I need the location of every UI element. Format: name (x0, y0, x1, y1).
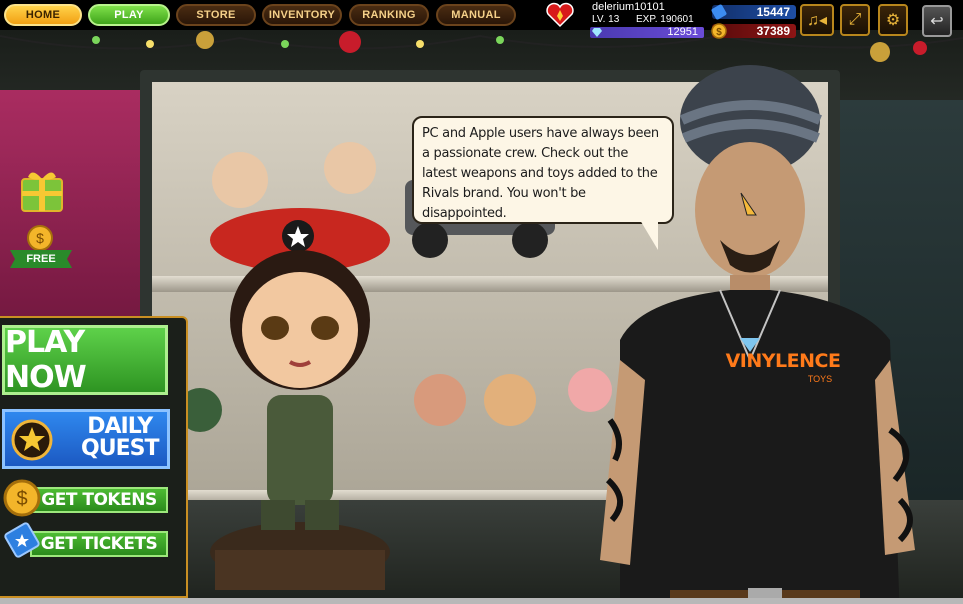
tab-ranking[interactable]: RANKING (349, 4, 429, 26)
daily-quest-line1: DAILY (87, 414, 153, 439)
ticket-icon (4, 522, 40, 558)
tokens-balance: $ 37389 (711, 23, 796, 39)
top-bar: HOME PLAY STORE INVENTORY RANKING MANUAL… (0, 0, 963, 39)
tab-store[interactable]: STORE (176, 4, 256, 26)
token-coin-icon: $ (711, 23, 727, 39)
fullscreen-button[interactable]: ⤢ (840, 4, 870, 36)
shirt-brand-logo: VINYLENCE (725, 350, 841, 372)
left-display-booth (0, 90, 150, 350)
tab-inventory[interactable]: INVENTORY (262, 4, 342, 26)
speech-bubble-tail (640, 220, 658, 250)
username: delerium10101 (592, 1, 665, 13)
daily-quest-line2: QUEST (81, 436, 159, 461)
tickets-value: 15447 (756, 5, 790, 19)
shirt-brand-subtitle: TOYS (807, 374, 833, 384)
daily-quest-label: DAILY QUEST (81, 414, 159, 461)
tickets-balance: 15447 (711, 4, 796, 20)
gem-icon (592, 28, 602, 37)
settings-button[interactable]: ⚙ (878, 4, 908, 36)
gift-box-icon[interactable] (18, 165, 66, 213)
gem-bar: 12951 (590, 26, 704, 38)
tab-home[interactable]: HOME (4, 4, 82, 26)
svg-text:$: $ (716, 27, 722, 38)
fullscreen-icon: ⤢ (848, 11, 862, 28)
get-tickets-button[interactable]: GET TICKETS (30, 531, 168, 557)
back-arrow-icon: ↩ (930, 13, 944, 30)
music-sound-button[interactable]: ♫◂ (800, 4, 834, 36)
free-coin-icon: $ (27, 225, 53, 251)
free-tokens-button[interactable]: FREE (10, 250, 72, 268)
tab-play[interactable]: PLAY (88, 4, 170, 26)
heart-rank-icon (546, 2, 574, 28)
daily-quest-star-icon (11, 419, 53, 461)
music-sound-icon: ♫◂ (806, 12, 828, 29)
play-now-button[interactable]: PLAY NOW (2, 325, 168, 395)
gem-count: 12951 (667, 26, 698, 38)
tokens-value: 37389 (756, 24, 790, 38)
level-label: LV. 13 (592, 14, 620, 25)
get-tokens-button[interactable]: GET TOKENS (30, 487, 168, 513)
svg-text:$: $ (16, 488, 27, 510)
exp-label: EXP. 190601 (636, 14, 694, 25)
bottom-divider (0, 598, 963, 604)
ticket-icon (711, 4, 727, 20)
svg-text:$: $ (36, 230, 44, 246)
daily-quest-button[interactable]: DAILY QUEST (2, 409, 170, 469)
back-button[interactable]: ↩ (922, 5, 952, 37)
settings-gear-icon: ⚙ (885, 12, 901, 29)
token-coin-icon: $ (3, 479, 41, 517)
player-avatar-figure (210, 208, 390, 590)
npc-speech-bubble: PC and Apple users have always been a pa… (412, 116, 674, 224)
tab-manual[interactable]: MANUAL (436, 4, 516, 26)
